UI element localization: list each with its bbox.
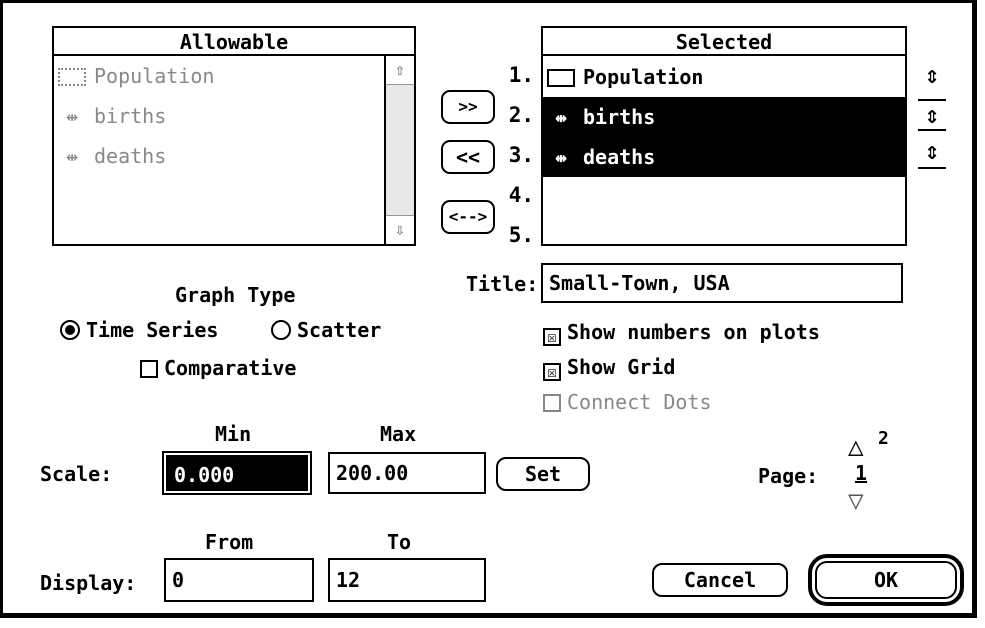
graph-type-heading: Graph Type [175, 283, 296, 307]
radio-unselected-icon [271, 320, 291, 340]
remove-button[interactable]: << [441, 140, 495, 174]
row-number: 4. [508, 183, 534, 207]
min-label: Min [215, 422, 252, 446]
checkbox-unchecked-icon [140, 360, 158, 378]
flow-icon: ⇹ [554, 145, 568, 169]
sort-handle-icon[interactable]: ⇕ [918, 135, 946, 169]
page-total: 2 [878, 428, 889, 449]
scale-max-field[interactable]: 200.00 [328, 452, 486, 494]
display-from-field[interactable]: 0 [164, 558, 314, 602]
allowable-item-population[interactable]: Population [54, 56, 384, 96]
row-number: 5. [508, 223, 534, 247]
flow-icon: ⇹ [65, 104, 79, 128]
flow-icon: ⇹ [65, 144, 79, 168]
allowable-list[interactable]: Allowable Population ⇹ births ⇹ deaths ⇧ ⇩ [52, 26, 416, 246]
display-label: Display: [40, 571, 137, 595]
title-label: Title: [466, 272, 539, 296]
swap-button[interactable]: <--> [441, 200, 495, 234]
ok-button[interactable]: OK [808, 554, 964, 606]
checkbox-checked-icon: ☒ [543, 328, 561, 346]
stock-box-icon [547, 69, 575, 87]
page-up-arrow-icon[interactable]: △ [848, 434, 864, 460]
row-number: 2. [508, 103, 534, 127]
cancel-button[interactable]: Cancel [652, 563, 788, 597]
row-number: 3. [508, 143, 534, 167]
max-label: Max [380, 422, 417, 446]
selected-header: Selected [543, 28, 905, 56]
selected-item-births[interactable]: ⇹ births [543, 97, 905, 137]
page-current: 1 [855, 461, 868, 485]
flow-icon: ⇹ [554, 105, 568, 129]
scale-min-field[interactable]: 0.000 [162, 451, 312, 495]
sort-handle-icon[interactable]: ⇕ [918, 99, 946, 131]
time-series-radio[interactable]: Time Series [60, 318, 218, 342]
to-label: To [387, 530, 412, 554]
sort-handle-icon[interactable]: ⇕ [918, 55, 946, 95]
selected-item-population[interactable]: Population [543, 57, 905, 97]
scroll-up-arrow-icon[interactable]: ⇧ [386, 56, 414, 85]
allowable-scrollbar[interactable]: ⇧ ⇩ [384, 56, 414, 244]
sort-handles: ⇕ ⇕ ⇕ [918, 55, 946, 169]
comparative-checkbox[interactable]: Comparative [140, 356, 296, 380]
allowable-header: Allowable [54, 28, 414, 56]
from-label: From [205, 530, 254, 554]
checkbox-unchecked-icon [543, 394, 561, 412]
row-numbers: 1. 2. 3. 4. 5. [506, 55, 534, 255]
checkbox-checked-icon: ☒ [543, 363, 561, 381]
show-numbers-checkbox[interactable]: ☒ Show numbers on plots [543, 320, 820, 346]
add-button[interactable]: >> [441, 90, 495, 124]
selected-list[interactable]: Selected Population ⇹ births ⇹ deaths [541, 26, 907, 246]
show-grid-checkbox[interactable]: ☒ Show Grid [543, 355, 675, 381]
title-field[interactable]: Small-Town, USA [541, 263, 903, 303]
row-number: 1. [508, 63, 534, 87]
set-button[interactable]: Set [496, 457, 590, 491]
display-to-field[interactable]: 12 [328, 558, 486, 602]
allowable-item-deaths[interactable]: ⇹ deaths [54, 136, 384, 176]
page-label: Page: [758, 464, 819, 488]
stock-box-icon [58, 68, 86, 86]
radio-selected-icon [60, 320, 80, 340]
scale-label: Scale: [40, 462, 113, 486]
selected-item-deaths[interactable]: ⇹ deaths [543, 137, 905, 177]
page-down-arrow-icon[interactable]: ▽ [848, 488, 864, 514]
scroll-down-arrow-icon[interactable]: ⇩ [386, 215, 414, 244]
connect-dots-checkbox[interactable]: Connect Dots [543, 390, 712, 414]
allowable-item-births[interactable]: ⇹ births [54, 96, 384, 136]
scatter-radio[interactable]: Scatter [271, 318, 381, 342]
